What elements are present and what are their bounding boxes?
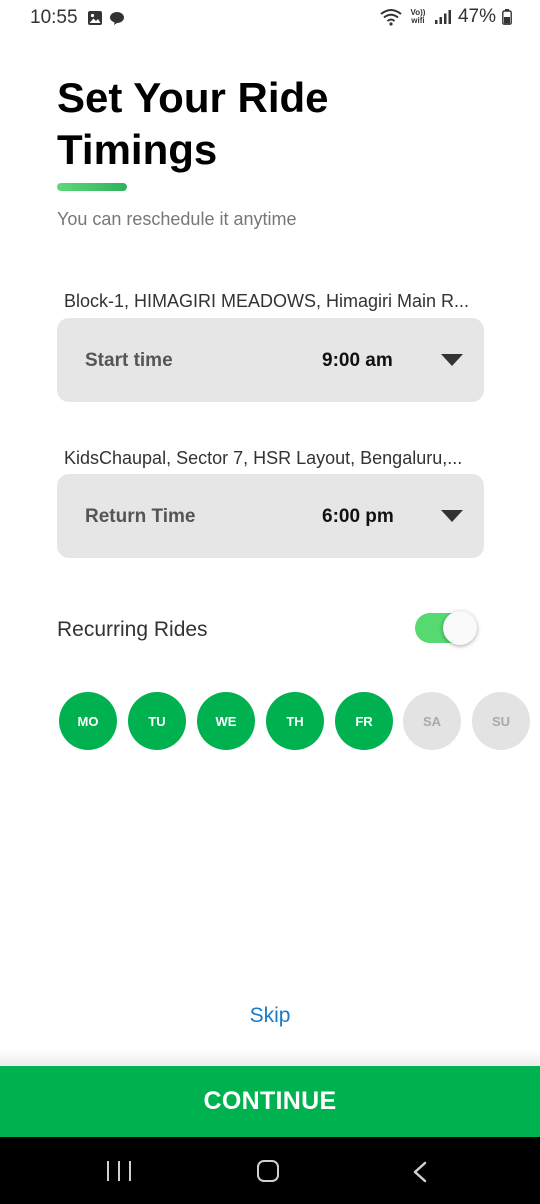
caret-down-icon bbox=[441, 510, 463, 522]
caret-down-icon bbox=[441, 354, 463, 366]
page-subtitle: You can reschedule it anytime bbox=[57, 209, 297, 229]
return-time-label: Return Time bbox=[85, 506, 196, 527]
status-left-icons bbox=[87, 10, 125, 26]
day-tuesday[interactable]: TU bbox=[128, 692, 186, 750]
day-thursday[interactable]: TH bbox=[266, 692, 324, 750]
return-time-value: 6:00 pm bbox=[322, 506, 394, 527]
chat-icon bbox=[110, 12, 124, 25]
skip-link[interactable]: Skip bbox=[0, 1004, 540, 1028]
battery-icon bbox=[502, 9, 512, 25]
return-time-dropdown[interactable]: Return Time 6:00 pm bbox=[57, 474, 484, 558]
volte-label: Vo)) wifi bbox=[410, 8, 426, 25]
return-location-label: KidsChaupal, Sector 7, HSR Layout, Benga… bbox=[64, 448, 463, 468]
signal-icon bbox=[434, 10, 451, 24]
wifi-icon bbox=[380, 9, 402, 26]
start-time-value: 9:00 am bbox=[322, 350, 393, 371]
toggle-thumb bbox=[443, 611, 477, 645]
battery-percent: 47% bbox=[457, 6, 496, 27]
status-bar: 10:55 Vo)) wifi 47% bbox=[0, 0, 540, 36]
day-monday[interactable]: MO bbox=[59, 692, 117, 750]
recurring-rides-toggle[interactable] bbox=[415, 611, 477, 645]
day-friday[interactable]: FR bbox=[335, 692, 393, 750]
day-sunday[interactable]: SU bbox=[472, 692, 530, 750]
continue-button[interactable]: CONTINUE bbox=[0, 1066, 540, 1137]
start-time-dropdown[interactable]: Start time 9:00 am bbox=[57, 318, 484, 402]
gallery-icon bbox=[88, 11, 102, 25]
home-icon[interactable] bbox=[257, 1160, 279, 1182]
system-nav-bar bbox=[0, 1137, 540, 1204]
page-title: Set Your Ride Timings bbox=[57, 74, 329, 173]
day-wednesday[interactable]: WE bbox=[197, 692, 255, 750]
title-underline bbox=[57, 183, 127, 191]
status-right-icons: Vo)) wifi 47% bbox=[380, 6, 512, 28]
day-saturday[interactable]: SA bbox=[403, 692, 461, 750]
recent-apps-icon[interactable] bbox=[107, 1161, 131, 1181]
pickup-location-label: Block-1, HIMAGIRI MEADOWS, Himagiri Main… bbox=[64, 291, 470, 311]
start-time-label: Start time bbox=[85, 350, 173, 371]
footer-shadow bbox=[0, 1050, 540, 1066]
status-time: 10:55 bbox=[30, 7, 78, 28]
back-icon[interactable] bbox=[410, 1161, 430, 1183]
recurring-rides-label: Recurring Rides bbox=[57, 618, 208, 641]
